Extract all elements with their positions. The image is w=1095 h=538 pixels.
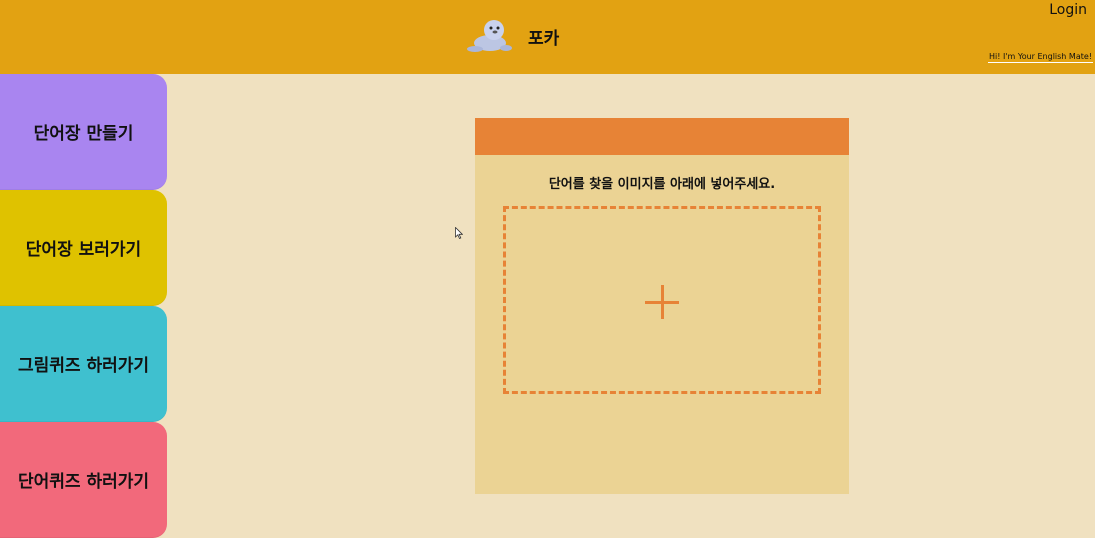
- seal-icon: [467, 20, 512, 52]
- upload-instruction: 단어를 찾을 이미지를 아래에 넣어주세요.: [548, 177, 776, 192]
- nav-view-wordbook-button[interactable]: 단어장 보러가기: [0, 190, 167, 306]
- nav-picture-quiz-button[interactable]: 그림퀴즈 하러가기: [0, 306, 167, 422]
- nav-word-quiz-button[interactable]: 단어퀴즈 하러가기: [0, 422, 167, 538]
- tagline: Hi! I'm Your English Mate!: [987, 52, 1093, 63]
- card-header-bar: [475, 118, 849, 155]
- login-link[interactable]: Login: [1049, 2, 1087, 18]
- nav-make-wordbook-button[interactable]: 단어장 만들기: [0, 74, 167, 190]
- image-upload-card: 단어를 찾을 이미지를 아래에 넣어주세요.: [475, 118, 849, 494]
- sidebar-nav: 단어장 만들기 단어장 보러가기 그림퀴즈 하러가기 단어퀴즈 하러가기: [0, 74, 167, 538]
- plus-icon[interactable]: [645, 285, 679, 319]
- brand[interactable]: 포카: [466, 16, 559, 56]
- brand-name: 포카: [528, 28, 560, 49]
- mouse-cursor-icon: [455, 227, 463, 239]
- image-dropzone[interactable]: [503, 206, 821, 394]
- top-header: 포카 Login Hi! I'm Your English Mate!: [0, 0, 1095, 74]
